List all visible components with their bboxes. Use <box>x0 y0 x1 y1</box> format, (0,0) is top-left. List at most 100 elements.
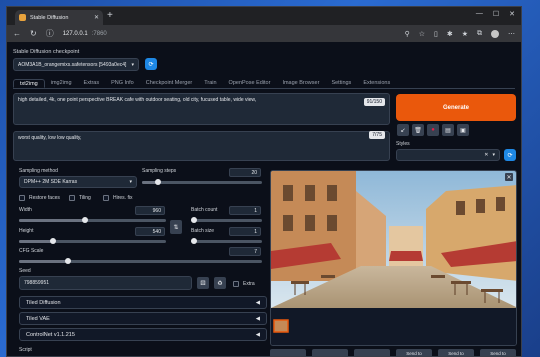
close-icon[interactable]: ✕ <box>505 173 513 181</box>
info-icon[interactable]: ⓘ <box>46 28 54 39</box>
cfg-scale-thumb[interactable] <box>64 258 71 264</box>
favorite-icon[interactable]: ☆ <box>419 30 425 38</box>
sampling-method-select[interactable]: DPM++ 2M SDE Karras ▾ <box>19 176 137 188</box>
collections-icon[interactable]: ⧉ <box>477 30 482 38</box>
batch-size-slider[interactable] <box>191 238 262 244</box>
reload-icon[interactable]: ↻ <box>30 29 37 38</box>
cfg-scale-input[interactable]: 7 <box>229 247 261 256</box>
width-slider[interactable] <box>19 217 166 223</box>
checkbox-box[interactable] <box>103 195 109 201</box>
batch-count-thumb[interactable] <box>191 217 197 223</box>
width-input[interactable]: 960 <box>135 206 165 215</box>
extra-seed-checkbox[interactable]: Extra <box>233 281 255 287</box>
tab-close-icon[interactable]: ✕ <box>94 14 99 21</box>
generate-button[interactable]: Generate <box>396 94 516 121</box>
more-icon[interactable]: ⋯ <box>508 30 515 38</box>
favorites-bar-icon[interactable]: ★ <box>462 30 468 38</box>
tab-settings[interactable]: Settings <box>325 79 357 88</box>
tab-extras[interactable]: Extras <box>78 79 106 88</box>
caret-left-icon: ◀ <box>255 315 260 322</box>
batch-size-thumb[interactable] <box>191 238 197 244</box>
checkpoint-label: Stable Diffusion checkpoint <box>13 49 80 55</box>
height-slider[interactable] <box>19 238 166 244</box>
accordion-controlnet[interactable]: ControlNet v1.1.215 ◀ <box>19 328 267 341</box>
sampling-method-label: Sampling method <box>19 168 58 174</box>
batch-size-input[interactable]: 1 <box>229 227 261 236</box>
tiling-label: Tiling <box>79 195 91 201</box>
extra-networks-icon[interactable]: ● <box>427 124 439 136</box>
tab-openpose-editor[interactable]: OpenPose Editor <box>223 79 277 88</box>
restore-faces-checkbox[interactable]: Restore faces <box>19 195 60 201</box>
open-folder-button[interactable] <box>270 349 306 356</box>
accordion-tiled-vae[interactable]: Tiled VAE ◀ <box>19 312 267 325</box>
tab-extensions[interactable]: Extensions <box>357 79 396 88</box>
generated-image[interactable] <box>271 171 517 346</box>
send-to-extras-button[interactable]: Send to <box>480 349 516 356</box>
new-tab-button[interactable]: + <box>107 10 113 21</box>
checkbox-box[interactable] <box>233 281 239 287</box>
split-screen-icon[interactable]: ▯ <box>434 30 438 38</box>
tab-checkpoint-merger[interactable]: Checkpoint Merger <box>140 79 198 88</box>
favicon-icon <box>19 14 26 21</box>
trash-icon[interactable]: 🗑 <box>412 124 424 136</box>
refresh-styles-button[interactable]: ⟳ <box>504 149 516 161</box>
batch-size-label: Batch size <box>191 228 215 234</box>
sampling-steps-slider[interactable] <box>142 179 262 185</box>
url-field[interactable]: 127.0.0.1:7860 <box>63 31 107 37</box>
output-gallery[interactable]: ✕ <box>270 170 517 346</box>
browser-titlebar: Stable Diffusion ✕ + — ☐ ✕ <box>7 7 521 25</box>
chevron-down-icon: ▾ <box>492 152 495 158</box>
accordion-tiled-diffusion[interactable]: Tiled Diffusion ◀ <box>19 296 267 309</box>
browser-tab[interactable]: Stable Diffusion ✕ <box>15 10 103 25</box>
clipboard-icon[interactable]: ▤ <box>442 124 454 136</box>
checkpoint-select[interactable]: AOM3A1B_orangemixs.safetensors [5493a0ec… <box>13 58 139 71</box>
random-seed-dice-icon[interactable]: ⚄ <box>197 277 209 289</box>
seed-input[interactable]: 798859951 <box>19 276 192 290</box>
cfg-scale-slider[interactable] <box>19 258 262 264</box>
refresh-checkpoint-button[interactable]: ⟳ <box>145 58 157 70</box>
batch-count-input[interactable]: 1 <box>229 206 261 215</box>
prompt-token-counter: 91/150 <box>363 98 385 106</box>
prompt-input[interactable]: high detailed, 4k, one point perspective… <box>13 93 390 125</box>
clear-icon[interactable]: ✕ <box>484 152 488 158</box>
height-input[interactable]: 540 <box>135 227 165 236</box>
save-button[interactable] <box>312 349 348 356</box>
tiling-checkbox[interactable]: Tiling <box>69 195 91 201</box>
sampling-steps-thumb[interactable] <box>154 179 161 185</box>
accordion-label: Tiled Diffusion <box>26 299 61 306</box>
profile-avatar[interactable] <box>491 29 499 38</box>
caret-left-icon: ◀ <box>255 299 260 306</box>
script-label: Script <box>19 347 32 353</box>
sampling-steps-input[interactable]: 20 <box>229 168 261 177</box>
minimize-button[interactable]: — <box>476 10 483 18</box>
send-to-img2img-button[interactable]: Send to <box>396 349 432 356</box>
sampling-method-value: DPM++ 2M SDE Karras <box>24 179 78 185</box>
zip-button[interactable] <box>354 349 390 356</box>
negative-prompt-input[interactable]: worst quality, low low quality, 7/75 <box>13 131 390 161</box>
tab-image-browser[interactable]: Image Browser <box>276 79 325 88</box>
checkbox-box[interactable] <box>19 195 25 201</box>
save-style-icon[interactable]: ▣ <box>457 124 469 136</box>
browser-window: Stable Diffusion ✕ + — ☐ ✕ ← ↻ ⓘ 127.0.0… <box>6 6 522 357</box>
batch-count-slider[interactable] <box>191 217 262 223</box>
width-thumb[interactable] <box>82 217 89 223</box>
height-label: Height <box>19 228 34 234</box>
maximize-button[interactable]: ☐ <box>493 10 499 18</box>
tab-img2img[interactable]: img2img <box>45 79 78 88</box>
read-params-icon[interactable]: ↙ <box>397 124 409 136</box>
height-thumb[interactable] <box>49 238 56 244</box>
tab-txt2img[interactable]: txt2img <box>13 79 45 88</box>
close-window-button[interactable]: ✕ <box>509 10 515 18</box>
extensions-icon[interactable]: ✱ <box>447 30 453 38</box>
checkbox-box[interactable] <box>69 195 75 201</box>
sd-webui: Stable Diffusion checkpoint AOM3A1B_oran… <box>7 42 521 356</box>
send-to-inpaint-button[interactable]: Send to <box>438 349 474 356</box>
styles-select[interactable]: ✕ ▾ <box>396 149 500 161</box>
tab-png-info[interactable]: PNG Info <box>105 79 140 88</box>
swap-dimensions-button[interactable]: ⇅ <box>170 220 182 234</box>
reuse-seed-recycle-icon[interactable]: ♻ <box>214 277 226 289</box>
zoom-icon[interactable]: ⚲ <box>405 30 410 38</box>
tab-train[interactable]: Train <box>198 79 222 88</box>
back-icon[interactable]: ← <box>13 29 21 38</box>
hires-fix-checkbox[interactable]: Hires. fix <box>103 195 132 201</box>
